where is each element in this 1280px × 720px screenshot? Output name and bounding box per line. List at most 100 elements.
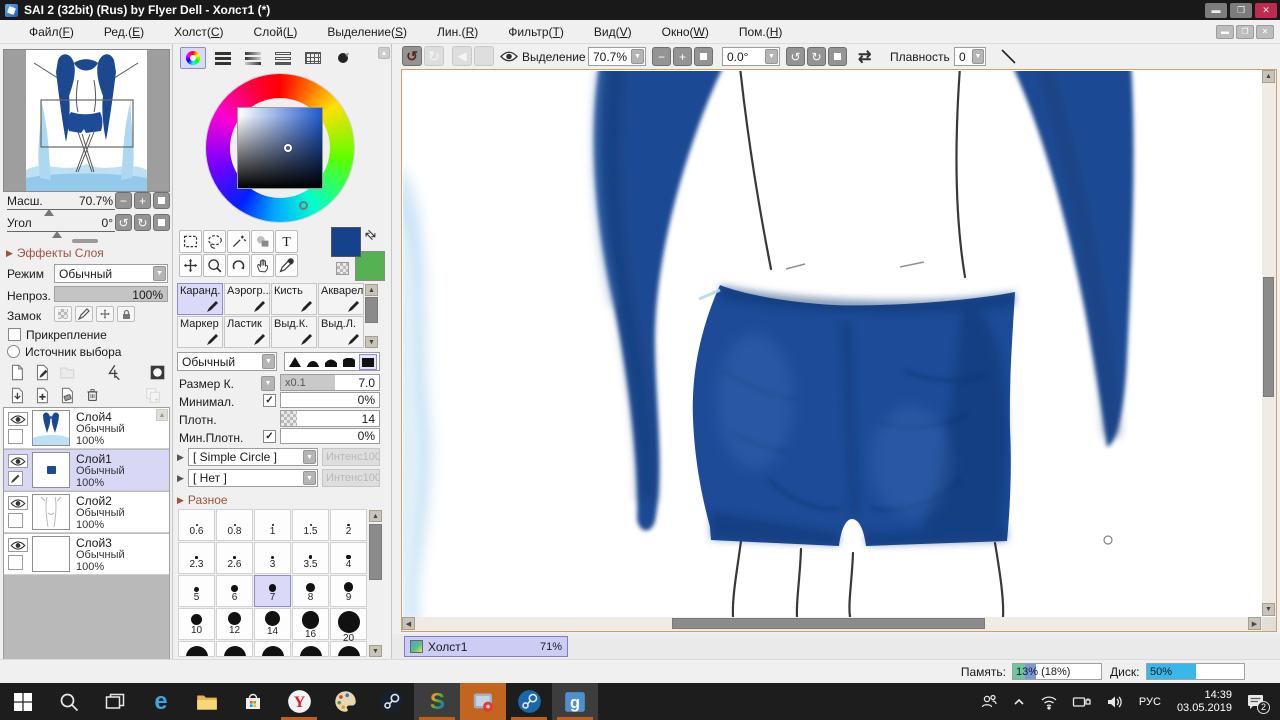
sv-square[interactable] [237, 107, 323, 189]
brush-Аэрогр[interactable]: Аэрогр... [224, 283, 270, 315]
layer-subcheck-box[interactable] [8, 513, 23, 528]
taskbar-sai-s-app[interactable]: S [414, 683, 460, 720]
brush-size-16[interactable]: 16 [292, 608, 329, 640]
taskbar-steam-dark-app[interactable] [368, 683, 414, 720]
merge-down-button[interactable] [6, 385, 28, 405]
taskbar-file-explorer-app[interactable] [184, 683, 230, 720]
brush-size-3.5[interactable]: 3.5 [292, 542, 329, 574]
layer-thumbnail[interactable] [32, 452, 70, 488]
brush-Каранд[interactable]: Каранд. [177, 283, 223, 315]
rotate-reset-button[interactable] [153, 214, 170, 231]
brush-size-slider[interactable]: x0.1 7.0 [280, 374, 380, 391]
color-tab-color-wheel[interactable] [180, 47, 206, 69]
taskbar-steam-blue-app[interactable] [506, 683, 552, 720]
brush-texture-expander[interactable]: ▶ [177, 473, 184, 484]
horizontal-scroll-thumb[interactable] [672, 618, 985, 629]
layers-scroll-up-button[interactable]: ▲ [156, 409, 168, 421]
brush-size-1.5[interactable]: 1.5 [292, 509, 329, 541]
blend-mode-dropdown[interactable]: Обычный▼ [54, 264, 168, 283]
marquee-tool-button[interactable] [179, 230, 202, 253]
canvas-rotate-cw-button[interactable]: ↻ [807, 47, 826, 66]
layer-row-Слой3[interactable]: Слой3Обычный100% [4, 534, 170, 575]
scroll-left-button[interactable]: ◀ [402, 617, 415, 630]
chevron-up-icon[interactable] [1012, 695, 1026, 709]
swap-colors-icon[interactable]: ⇄ [361, 225, 380, 244]
minimize-button[interactable]: ▬ [1205, 3, 1227, 18]
menu-item-6[interactable]: Фильтр(T) [493, 20, 579, 44]
transparent-color-swatch[interactable] [336, 262, 349, 275]
brush-edge-shape-1[interactable] [305, 355, 321, 369]
min-density-slider[interactable]: 0% [280, 428, 380, 444]
color-wheel[interactable] [206, 74, 354, 222]
brush-size-4[interactable]: 4 [330, 542, 367, 574]
layer-visibility-eye-icon[interactable] [8, 496, 28, 510]
layer-thumbnail[interactable] [32, 410, 70, 446]
path-tool-icon[interactable] [102, 362, 124, 382]
layer-row-Слой1[interactable]: Слой1Обычный100% [4, 450, 170, 491]
close-button[interactable]: ✕ [1255, 3, 1277, 18]
density-slider[interactable]: 14 [280, 410, 380, 427]
canvas-zoom-in-button[interactable]: + [673, 47, 692, 66]
eyedropper-tool-button[interactable] [275, 254, 298, 277]
menu-item-3[interactable]: Слой(L) [239, 20, 313, 44]
rotate-tool-button[interactable] [227, 254, 250, 277]
zoom-in-button[interactable]: + [134, 192, 151, 209]
new-lineart-layer-button[interactable] [31, 362, 53, 382]
canvas-rotate-ccw-button[interactable]: ↺ [786, 47, 805, 66]
menu-item-2[interactable]: Холст(C) [159, 20, 238, 44]
opacity-slider[interactable]: 100% [54, 286, 168, 302]
brush-edge-shape-2[interactable] [323, 355, 339, 369]
doc-minimize-button[interactable]: ▬ [1216, 25, 1234, 39]
layer-row-Слой4[interactable]: Слой4Обычный100% [4, 408, 170, 449]
color-tab-color-mixer[interactable] [270, 47, 296, 69]
brush-size-partial[interactable] [254, 641, 291, 657]
size-scrollbar-thumb[interactable] [369, 524, 382, 580]
canvas-zoom-field[interactable]: 70.7%▼ [588, 47, 646, 66]
navigator-angle-slider-thumb[interactable] [52, 231, 62, 238]
brush-edge-shape-3[interactable] [341, 355, 357, 369]
brush-size-2.3[interactable]: 2.3 [178, 542, 215, 574]
brush-size-7[interactable]: 7 [254, 575, 291, 607]
layer-thumbnail[interactable] [32, 536, 70, 572]
scroll-up-button[interactable]: ▲ [1262, 70, 1275, 83]
brush-scroll-up-button[interactable]: ▲ [365, 284, 378, 296]
history-back-button[interactable]: ◀ [452, 46, 472, 66]
brush-size-unit-dropdown[interactable]: ▼ [261, 376, 275, 391]
misc-header[interactable]: ▶Разное [177, 493, 228, 507]
navigator-scale-slider[interactable] [7, 209, 115, 210]
brush-Акварель[interactable]: Акварель [318, 283, 364, 315]
zoom-reset-button[interactable] [153, 192, 170, 209]
canvas-angle-field[interactable]: 0.0°▼ [722, 47, 780, 66]
brush-scrollbar-thumb[interactable] [365, 297, 378, 323]
panel-divider-handle[interactable] [72, 239, 98, 243]
navigator-scale-slider-thumb[interactable] [44, 209, 54, 216]
new-layer-button[interactable] [6, 362, 28, 382]
brush-ВыдК[interactable]: Выд.К. [271, 316, 317, 348]
restore-button[interactable]: ❐ [1230, 3, 1252, 18]
menu-item-9[interactable]: Пом.(H) [724, 20, 798, 44]
delete-layer-button[interactable] [81, 385, 103, 405]
doc-restore-button[interactable]: ❐ [1236, 25, 1254, 39]
doc-close-button[interactable]: ✕ [1256, 25, 1274, 39]
new-folder-button[interactable] [56, 362, 78, 382]
copy-merged-button[interactable] [142, 385, 164, 405]
redo-button[interactable]: ↻ [424, 46, 444, 66]
size-scroll-up-button[interactable]: ▲ [369, 510, 382, 522]
brush-size-12[interactable]: 12 [216, 608, 253, 640]
min-density-checkbox[interactable]: ✓ [263, 430, 276, 443]
brush-Ластик[interactable]: Ластик [224, 316, 270, 348]
history-forward-button[interactable] [474, 46, 494, 66]
magic-wand-tool-button[interactable] [227, 230, 250, 253]
layer-row-Слой2[interactable]: Слой2Обычный100% [4, 492, 170, 533]
brush-blend-mode-dropdown[interactable]: Обычный▼ [177, 352, 277, 371]
canvas-zoom-reset-button[interactable] [694, 47, 713, 66]
vertical-scroll-thumb[interactable] [1263, 277, 1274, 397]
brush-size-8[interactable]: 8 [292, 575, 329, 607]
menu-item-5[interactable]: Лин.(R) [422, 20, 493, 44]
min-size-checkbox[interactable]: ✓ [263, 394, 276, 407]
clear-layer-button[interactable] [56, 385, 78, 405]
canvas-artwork[interactable] [403, 71, 1262, 617]
menu-item-1[interactable]: Ред.(E) [89, 20, 159, 44]
brush-scroll-down-button[interactable]: ▼ [365, 336, 378, 348]
brush-size-20[interactable]: 20 [330, 608, 367, 640]
